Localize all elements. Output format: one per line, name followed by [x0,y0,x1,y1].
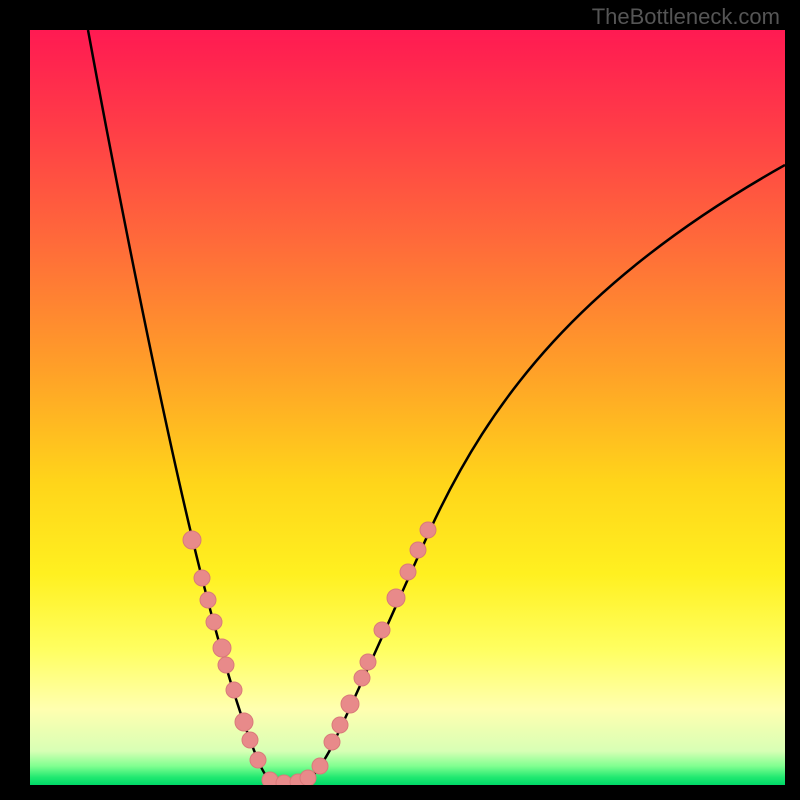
curve-left-curve [88,30,270,780]
data-point [312,758,328,774]
data-point [226,682,242,698]
data-point [242,732,258,748]
data-point [194,570,210,586]
watermark-text: TheBottleneck.com [592,4,780,30]
data-point [235,713,253,731]
data-point [400,564,416,580]
data-point [200,592,216,608]
chart-curves [30,30,785,785]
plot-area [30,30,785,785]
data-point [354,670,370,686]
data-point [410,542,426,558]
data-point [213,639,231,657]
data-point [420,522,436,538]
data-point [341,695,359,713]
data-point [300,770,316,785]
data-point [218,657,234,673]
data-point [387,589,405,607]
data-point [332,717,348,733]
data-point [360,654,376,670]
data-point [183,531,201,549]
curve-right-curve [308,165,785,780]
data-point [206,614,222,630]
data-point [374,622,390,638]
data-point [276,775,292,785]
data-point [324,734,340,750]
data-point [250,752,266,768]
